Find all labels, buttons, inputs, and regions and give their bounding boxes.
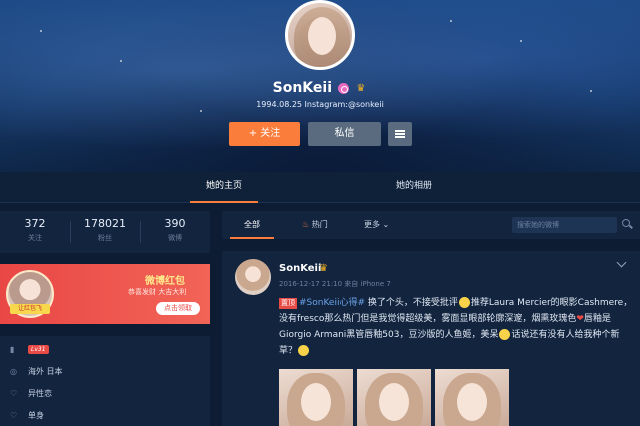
- feed-tab-more[interactable]: 更多 ⌄: [364, 211, 389, 239]
- crown-icon[interactable]: ♛: [354, 83, 367, 94]
- sidebar: 372 关注 178021 粉丝 390 微博 让红包飞 微博红包 恭喜发财 大…: [0, 211, 210, 426]
- profile-tabs: 她的主页 她的相册: [0, 172, 640, 203]
- stat-posts[interactable]: 390 微博: [140, 217, 210, 243]
- follow-button[interactable]: + 关注: [229, 122, 300, 146]
- stat-label: 微博: [168, 234, 182, 242]
- info-orientation: ♡ 异性恋: [10, 386, 52, 400]
- stat-value: 372: [24, 217, 46, 230]
- info-text: 单身: [28, 410, 44, 420]
- info-location: ◎ 海外 日本: [10, 364, 63, 378]
- stat-label: 关注: [28, 234, 42, 242]
- info-text: 异性恋: [28, 388, 52, 398]
- emoji-icon: [499, 329, 511, 340]
- feed-tab-hot[interactable]: ♨ 热门: [302, 211, 328, 239]
- feed: 全部 ♨ 热门 更多 ⌄ 搜索她的微博 SonKeii ♛ 2016-12-17…: [222, 211, 640, 426]
- feed-tab-label: 热门: [311, 220, 328, 229]
- profile-avatar[interactable]: [285, 0, 355, 70]
- emoji-icon: [458, 297, 470, 308]
- info-text: 海外 日本: [28, 366, 63, 376]
- feed-tab-label: 更多: [364, 220, 380, 229]
- search-input[interactable]: 搜索她的微博: [512, 217, 617, 233]
- pinned-tag: 置顶: [279, 298, 297, 309]
- location-icon: ◎: [10, 366, 17, 376]
- profile-info: ▮ Lv31 ◎ 海外 日本 ♡ 异性恋 ♡ 单身: [0, 336, 210, 426]
- tab-home[interactable]: 她的主页: [190, 172, 258, 203]
- post-meta[interactable]: 2016-12-17 21:10 来自 iPhone 7: [279, 279, 391, 289]
- claim-button[interactable]: 点击领取: [156, 302, 200, 315]
- stat-followers[interactable]: 178021 粉丝: [70, 217, 140, 243]
- promo-subtitle: 恭喜发财 大吉大利: [128, 288, 187, 296]
- info-relationship: ♡ 单身: [10, 408, 44, 422]
- star: [120, 60, 122, 62]
- red-packet-banner[interactable]: 让红包飞 微博红包 恭喜发财 大吉大利 点击领取: [0, 264, 210, 324]
- star: [200, 110, 202, 112]
- orientation-icon: ♡: [10, 388, 18, 398]
- search-icon[interactable]: [622, 219, 630, 227]
- feed-tab-all[interactable]: 全部: [230, 211, 274, 239]
- post-card: SonKeii ♛ 2016-12-17 21:10 来自 iPhone 7 置…: [222, 251, 640, 426]
- post-text: 置顶 #SonKeii心得# 换了个头，不接受批评 推荐Laura Mercier的…: [279, 295, 633, 359]
- fire-icon: ♨: [302, 220, 310, 229]
- verified-badge-icon[interactable]: [338, 82, 350, 94]
- profile-name: SonKeii: [272, 80, 332, 96]
- emoji-icon: [298, 345, 310, 356]
- post-avatar[interactable]: [235, 259, 271, 295]
- chevron-down-icon[interactable]: [616, 257, 627, 268]
- star: [40, 30, 42, 32]
- promo-title: 微博红包: [145, 276, 185, 287]
- post-text-part: 换了个头，不接受批评: [365, 298, 458, 308]
- more-menu-button[interactable]: [388, 122, 412, 146]
- stat-label: 粉丝: [98, 234, 112, 242]
- stat-following[interactable]: 372 关注: [0, 217, 70, 243]
- post-image[interactable]: [357, 369, 431, 426]
- star: [450, 20, 452, 22]
- stat-value: 390: [164, 217, 186, 230]
- level-badge[interactable]: Lv31: [28, 344, 49, 354]
- chevron-down-icon: ⌄: [382, 220, 390, 229]
- tab-album[interactable]: 她的相册: [384, 172, 444, 203]
- relationship-icon: ♡: [10, 410, 18, 420]
- stats-panel: 372 关注 178021 粉丝 390 微博: [0, 211, 210, 253]
- promo-avatar-tag: 让红包飞: [10, 304, 50, 314]
- hashtag-link[interactable]: #SonKeii心得#: [299, 298, 365, 308]
- post-image[interactable]: [435, 369, 509, 426]
- star: [520, 40, 522, 42]
- post-author[interactable]: SonKeii: [279, 263, 321, 274]
- crown-icon[interactable]: ♛: [319, 263, 328, 274]
- level-icon: ▮: [10, 344, 15, 354]
- info-level: ▮ Lv31: [10, 342, 49, 356]
- stat-value: 178021: [84, 217, 126, 230]
- post-image[interactable]: [279, 369, 353, 426]
- feed-toolbar: 全部 ♨ 热门 更多 ⌄ 搜索她的微博: [222, 211, 640, 239]
- heart-icon: ❤: [576, 314, 584, 324]
- profile-cover: SonKeii ♛ 1994.08.25 Instagram:@sonkeii …: [0, 0, 640, 172]
- message-button[interactable]: 私信: [308, 122, 381, 146]
- menu-icon: [395, 130, 405, 138]
- profile-bio: 1994.08.25 Instagram:@sonkeii: [256, 100, 384, 109]
